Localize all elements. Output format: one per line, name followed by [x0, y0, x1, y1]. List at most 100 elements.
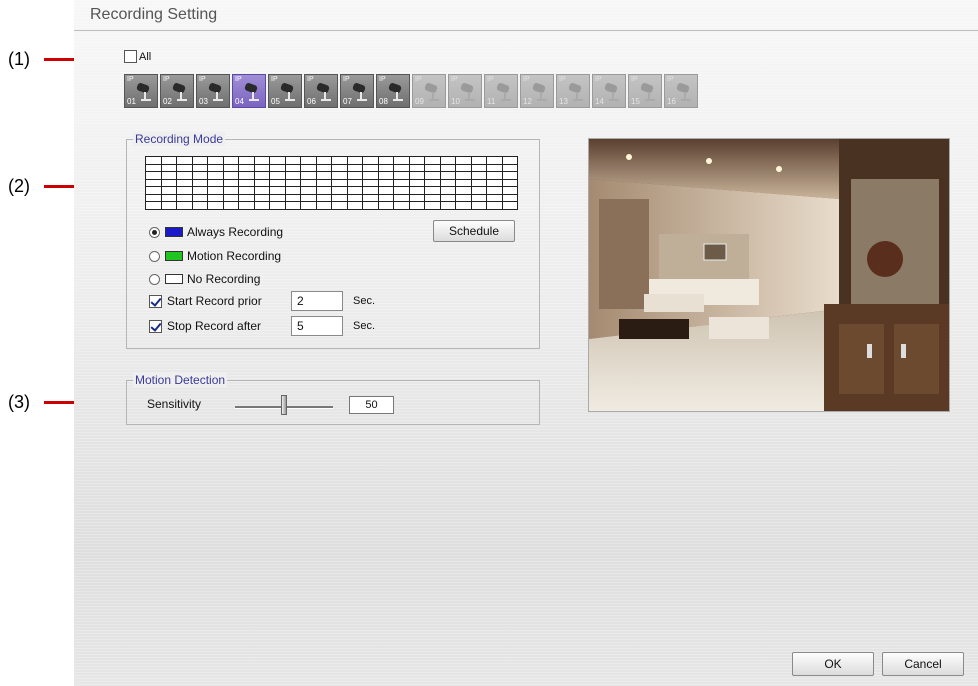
schedule-cell[interactable] [285, 194, 301, 202]
camera-button[interactable]: IP 16 [664, 74, 698, 108]
schedule-cell[interactable] [254, 164, 270, 172]
schedule-cell[interactable] [487, 179, 503, 187]
schedule-cell[interactable] [161, 187, 177, 195]
schedule-cell[interactable] [394, 172, 410, 180]
schedule-cell[interactable] [208, 179, 224, 187]
schedule-cell[interactable] [502, 202, 518, 210]
schedule-cell[interactable] [316, 164, 332, 172]
schedule-cell[interactable] [378, 157, 394, 165]
schedule-cell[interactable] [208, 172, 224, 180]
schedule-cell[interactable] [223, 157, 239, 165]
schedule-cell[interactable] [146, 202, 162, 210]
schedule-cell[interactable] [239, 172, 255, 180]
schedule-cell[interactable] [378, 187, 394, 195]
camera-button[interactable]: IP 14 [592, 74, 626, 108]
camera-button[interactable]: IP 08 [376, 74, 410, 108]
always-recording-radio[interactable] [149, 226, 160, 238]
schedule-cell[interactable] [347, 187, 363, 195]
schedule-cell[interactable] [301, 202, 317, 210]
schedule-cell[interactable] [425, 172, 441, 180]
schedule-cell[interactable] [347, 179, 363, 187]
schedule-cell[interactable] [425, 164, 441, 172]
schedule-cell[interactable] [409, 194, 425, 202]
schedule-cell[interactable] [471, 202, 487, 210]
no-recording-option[interactable]: No Recording [149, 272, 260, 286]
schedule-cell[interactable] [363, 172, 379, 180]
schedule-cell[interactable] [208, 202, 224, 210]
schedule-cell[interactable] [487, 164, 503, 172]
schedule-cell[interactable] [254, 172, 270, 180]
schedule-cell[interactable] [440, 157, 456, 165]
schedule-cell[interactable] [177, 202, 193, 210]
schedule-cell[interactable] [239, 157, 255, 165]
schedule-cell[interactable] [316, 187, 332, 195]
motion-recording-option[interactable]: Motion Recording [149, 249, 281, 263]
schedule-cell[interactable] [270, 187, 286, 195]
schedule-cell[interactable] [161, 172, 177, 180]
schedule-cell[interactable] [378, 202, 394, 210]
schedule-cell[interactable] [409, 172, 425, 180]
schedule-cell[interactable] [394, 194, 410, 202]
start-record-prior-input[interactable]: 2 [291, 291, 343, 311]
schedule-cell[interactable] [440, 172, 456, 180]
schedule-cell[interactable] [208, 187, 224, 195]
schedule-cell[interactable] [363, 179, 379, 187]
camera-button[interactable]: IP 10 [448, 74, 482, 108]
schedule-cell[interactable] [161, 179, 177, 187]
schedule-cell[interactable] [177, 187, 193, 195]
schedule-cell[interactable] [425, 202, 441, 210]
schedule-cell[interactable] [223, 172, 239, 180]
schedule-cell[interactable] [332, 172, 348, 180]
schedule-cell[interactable] [177, 164, 193, 172]
camera-button[interactable]: IP 07 [340, 74, 374, 108]
schedule-cell[interactable] [378, 179, 394, 187]
schedule-cell[interactable] [177, 172, 193, 180]
schedule-cell[interactable] [254, 187, 270, 195]
schedule-cell[interactable] [254, 179, 270, 187]
schedule-cell[interactable] [239, 187, 255, 195]
schedule-cell[interactable] [301, 187, 317, 195]
schedule-cell[interactable] [440, 179, 456, 187]
camera-button[interactable]: IP 12 [520, 74, 554, 108]
schedule-cell[interactable] [208, 194, 224, 202]
schedule-cell[interactable] [192, 172, 208, 180]
schedule-cell[interactable] [316, 157, 332, 165]
schedule-cell[interactable] [471, 179, 487, 187]
schedule-cell[interactable] [471, 172, 487, 180]
schedule-cell[interactable] [347, 194, 363, 202]
schedule-cell[interactable] [192, 157, 208, 165]
schedule-cell[interactable] [270, 164, 286, 172]
schedule-cell[interactable] [425, 157, 441, 165]
sensitivity-value-input[interactable]: 50 [349, 396, 394, 414]
schedule-cell[interactable] [471, 164, 487, 172]
schedule-cell[interactable] [332, 187, 348, 195]
schedule-cell[interactable] [177, 179, 193, 187]
schedule-cell[interactable] [332, 194, 348, 202]
schedule-cell[interactable] [471, 157, 487, 165]
camera-button[interactable]: IP 02 [160, 74, 194, 108]
schedule-cell[interactable] [425, 179, 441, 187]
schedule-cell[interactable] [394, 179, 410, 187]
schedule-cell[interactable] [270, 194, 286, 202]
schedule-cell[interactable] [363, 187, 379, 195]
schedule-cell[interactable] [192, 202, 208, 210]
schedule-cell[interactable] [440, 194, 456, 202]
schedule-cell[interactable] [394, 202, 410, 210]
schedule-cell[interactable] [347, 157, 363, 165]
schedule-cell[interactable] [177, 157, 193, 165]
schedule-cell[interactable] [332, 202, 348, 210]
schedule-cell[interactable] [223, 179, 239, 187]
schedule-cell[interactable] [409, 187, 425, 195]
schedule-cell[interactable] [146, 194, 162, 202]
schedule-cell[interactable] [502, 194, 518, 202]
schedule-cell[interactable] [285, 157, 301, 165]
schedule-cell[interactable] [239, 194, 255, 202]
schedule-cell[interactable] [161, 164, 177, 172]
select-all-checkbox[interactable] [124, 50, 137, 63]
schedule-cell[interactable] [471, 194, 487, 202]
schedule-cell[interactable] [254, 202, 270, 210]
schedule-cell[interactable] [285, 172, 301, 180]
ok-button[interactable]: OK [792, 652, 874, 676]
schedule-cell[interactable] [502, 157, 518, 165]
schedule-cell[interactable] [487, 187, 503, 195]
